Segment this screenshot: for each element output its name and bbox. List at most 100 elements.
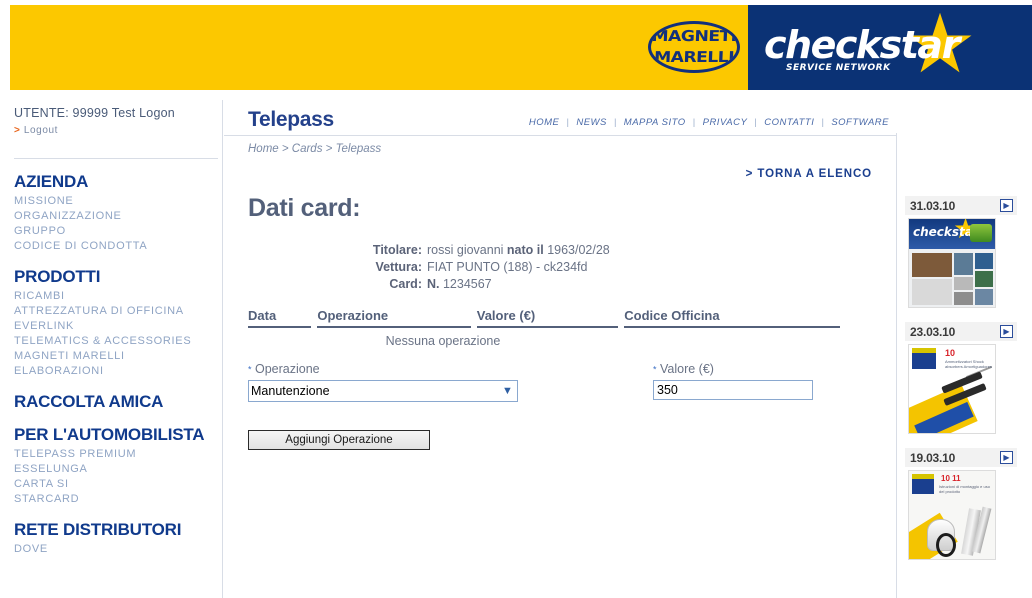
breadcrumb[interactable]: Home > Cards > Telepass <box>248 143 381 155</box>
sidebar-item-carta-si[interactable]: CARTA SI <box>14 477 222 492</box>
thumb1-photo-cell <box>912 279 952 305</box>
card-info-value-titolare: rossi giovanni nato il 1963/02/28 <box>427 242 610 259</box>
sidebar-heading-raccolta-amica[interactable]: RACCOLTA AMICA <box>14 392 222 412</box>
topnav-home[interactable]: HOME <box>522 117 567 128</box>
content-header: Telepass HOME | NEWS | MAPPA SITO | PRIVACY | CO… <box>224 100 896 136</box>
checkstar-tagline: SERVICE NETWORK <box>786 63 891 73</box>
card-number-prefix: N. <box>427 277 440 291</box>
valore-input[interactable] <box>653 380 813 400</box>
thumb1-graphic <box>970 224 992 242</box>
sidebar-item-dove[interactable]: DOVE <box>14 542 222 557</box>
label-operazione: * Operazione <box>248 362 653 376</box>
thumb2-caption: Ammortizzatori Shock absorbers Amortigua… <box>945 359 992 369</box>
sidebar-vertical-rule <box>222 100 223 598</box>
card-info-row-vettura: Vettura: FIAT PUNTO (188) - ck234fd <box>248 259 848 276</box>
sidebar-heading-azienda[interactable]: AZIENDA <box>14 172 222 192</box>
news-thumbnail-2[interactable]: 10 Ammortizzatori Shock absorbers Amorti… <box>908 344 996 434</box>
news-block-1: 31.03.10 ▶ ★ checkstar <box>905 196 1017 308</box>
operazione-select[interactable]: Manutenzione <box>248 380 518 402</box>
sidebar-heading-rete-distributori[interactable]: RETE DISTRIBUTORI <box>14 520 222 540</box>
column-header-valore: Valore (€) <box>476 308 619 328</box>
column-header-operazione: Operazione <box>317 308 471 328</box>
news-date-2: 23.03.10 <box>910 324 956 339</box>
news-date-1: 31.03.10 <box>910 198 956 213</box>
topnav-news[interactable]: NEWS <box>569 117 614 128</box>
label-valore-text: Valore (€) <box>660 362 714 376</box>
sidebar-item-codice-di-condotta[interactable]: CODICE DI CONDOTTA <box>14 239 222 254</box>
sidebar-item-esselunga[interactable]: ESSELUNGA <box>14 462 222 477</box>
sidebar-group-raccolta-amica: RACCOLTA AMICA <box>10 392 222 412</box>
column-header-codice-officina: Codice Officina <box>624 308 840 328</box>
column-header-data: Data <box>248 308 312 328</box>
sidebar-item-everlink[interactable]: EVERLINK <box>14 319 222 334</box>
sidebar-item-attrezzatura-di-officina[interactable]: ATTREZZATURA DI OFFICINA <box>14 304 222 319</box>
card-info-block: Titolare: rossi giovanni nato il 1963/02… <box>248 242 848 293</box>
thumb1-logo-text: checkstar <box>913 225 979 239</box>
magneti-logo-line2: MARELLI <box>653 48 735 66</box>
sidebar-item-missione[interactable]: MISSIONE <box>14 194 222 209</box>
thumb1-photo-cell <box>954 277 973 290</box>
required-marker-icon: * <box>653 364 657 375</box>
sidebar-item-starcard[interactable]: STARCARD <box>14 492 222 507</box>
topnav-mappa-sito[interactable]: MAPPA SITO <box>617 117 693 128</box>
card-info-label-card: Card: <box>389 277 422 291</box>
topnav-privacy[interactable]: PRIVACY <box>696 117 755 128</box>
thumb3-badge <box>912 474 934 494</box>
operations-table: Data Operazione Valore (€) Codice Offici… <box>248 308 840 348</box>
operations-table-header: Data Operazione Valore (€) Codice Offici… <box>248 308 840 328</box>
play-icon[interactable]: ▶ <box>1000 199 1013 212</box>
news-thumbnail-1[interactable]: ★ checkstar <box>908 218 996 308</box>
sidebar-item-telepass-premium[interactable]: TELEPASS PREMIUM <box>14 447 222 462</box>
thumb2-badge <box>912 348 936 369</box>
sidebar-item-magneti-marelli[interactable]: MAGNETI MARELLI <box>14 349 222 364</box>
sidebar-group-prodotti: PRODOTTI RICAMBI ATTREZZATURA DI OFFICIN… <box>10 267 222 379</box>
sidebar-heading-prodotti[interactable]: PRODOTTI <box>14 267 222 287</box>
sidebar-item-telematics-accessories[interactable]: TELEMATICS & ACCESSORIES <box>14 334 222 349</box>
sidebar-group-azienda: AZIENDA MISSIONE ORGANIZZAZIONE GRUPPO C… <box>10 172 222 254</box>
sidebar-group-rete-distributori: RETE DISTRIBUTORI DOVE <box>10 520 222 557</box>
label-valore: * Valore (€) <box>653 362 714 376</box>
arrow-right-icon: > <box>14 125 21 136</box>
checkstar-logo: ★ checkstar SERVICE NETWORK <box>764 4 979 86</box>
news-header-1: 31.03.10 ▶ <box>905 196 1017 215</box>
thumb1-photo-cell <box>975 289 993 305</box>
news-thumbnail-3[interactable]: 10 11 Istruzioni di montaggio e uso del … <box>908 470 996 560</box>
back-to-list-link[interactable]: > TORNA A ELENCO <box>746 168 872 180</box>
sidebar-item-ricambi[interactable]: RICAMBI <box>14 289 222 304</box>
titolare-name: rossi giovanni <box>427 243 507 257</box>
thumb1-photo-cell <box>975 253 993 269</box>
card-info-row-titolare: Titolare: rossi giovanni nato il 1963/02… <box>248 242 848 259</box>
play-icon[interactable]: ▶ <box>1000 451 1013 464</box>
operazione-select-wrapper: Manutenzione ▼ <box>248 380 518 402</box>
main-content: Telepass HOME | NEWS | MAPPA SITO | PRIVACY | CO… <box>224 100 896 598</box>
topnav-contatti[interactable]: CONTATTI <box>757 117 821 128</box>
logout-row[interactable]: > Logout <box>10 120 222 136</box>
magneti-marelli-logo: MAGNETI MARELLI <box>648 21 740 73</box>
magneti-logo-line1: MAGNETI <box>651 27 737 45</box>
sidebar-item-organizzazione[interactable]: ORGANIZZAZIONE <box>14 209 222 224</box>
titolare-birthdate: 1963/02/28 <box>543 243 610 257</box>
operations-empty-message: Nessuna operazione <box>385 334 501 348</box>
page-title: Telepass <box>248 108 334 131</box>
thumb1-photo-cell <box>954 253 973 275</box>
section-title-dati-card: Dati card: <box>248 194 361 222</box>
logout-link[interactable]: Logout <box>24 125 58 136</box>
form-inputs-row: Manutenzione ▼ <box>248 380 840 402</box>
sidebar-heading-per-l-automobilista[interactable]: PER L'AUTOMOBILISTA <box>14 425 222 445</box>
sidebar-item-elaborazioni[interactable]: ELABORAZIONI <box>14 364 222 379</box>
sidebar-item-gruppo[interactable]: GRUPPO <box>14 224 222 239</box>
card-info-value-card: N. 1234567 <box>427 276 492 293</box>
news-header-2: 23.03.10 ▶ <box>905 322 1017 341</box>
sidebar-divider <box>14 158 218 159</box>
current-user-label: UTENTE: 99999 Test Logon <box>14 106 175 120</box>
thumb3-caption: Istruzioni di montaggio e uso del prodot… <box>939 484 990 494</box>
thumb1-photo-cell <box>912 253 952 277</box>
news-block-2: 23.03.10 ▶ 10 Ammortizzatori Shock absor… <box>905 322 1017 434</box>
thumb3-ring <box>936 533 956 557</box>
sidebar-group-per-l-automobilista: PER L'AUTOMOBILISTA TELEPASS PREMIUM ESS… <box>10 425 222 507</box>
add-operation-button[interactable]: Aggiungi Operazione <box>248 430 430 450</box>
add-operation-form: * Operazione * Valore (€) Manutenzione ▼… <box>248 362 840 450</box>
topnav-software[interactable]: SOFTWARE <box>824 117 896 128</box>
play-icon[interactable]: ▶ <box>1000 325 1013 338</box>
titolare-nato-il-label: nato il <box>506 243 544 257</box>
